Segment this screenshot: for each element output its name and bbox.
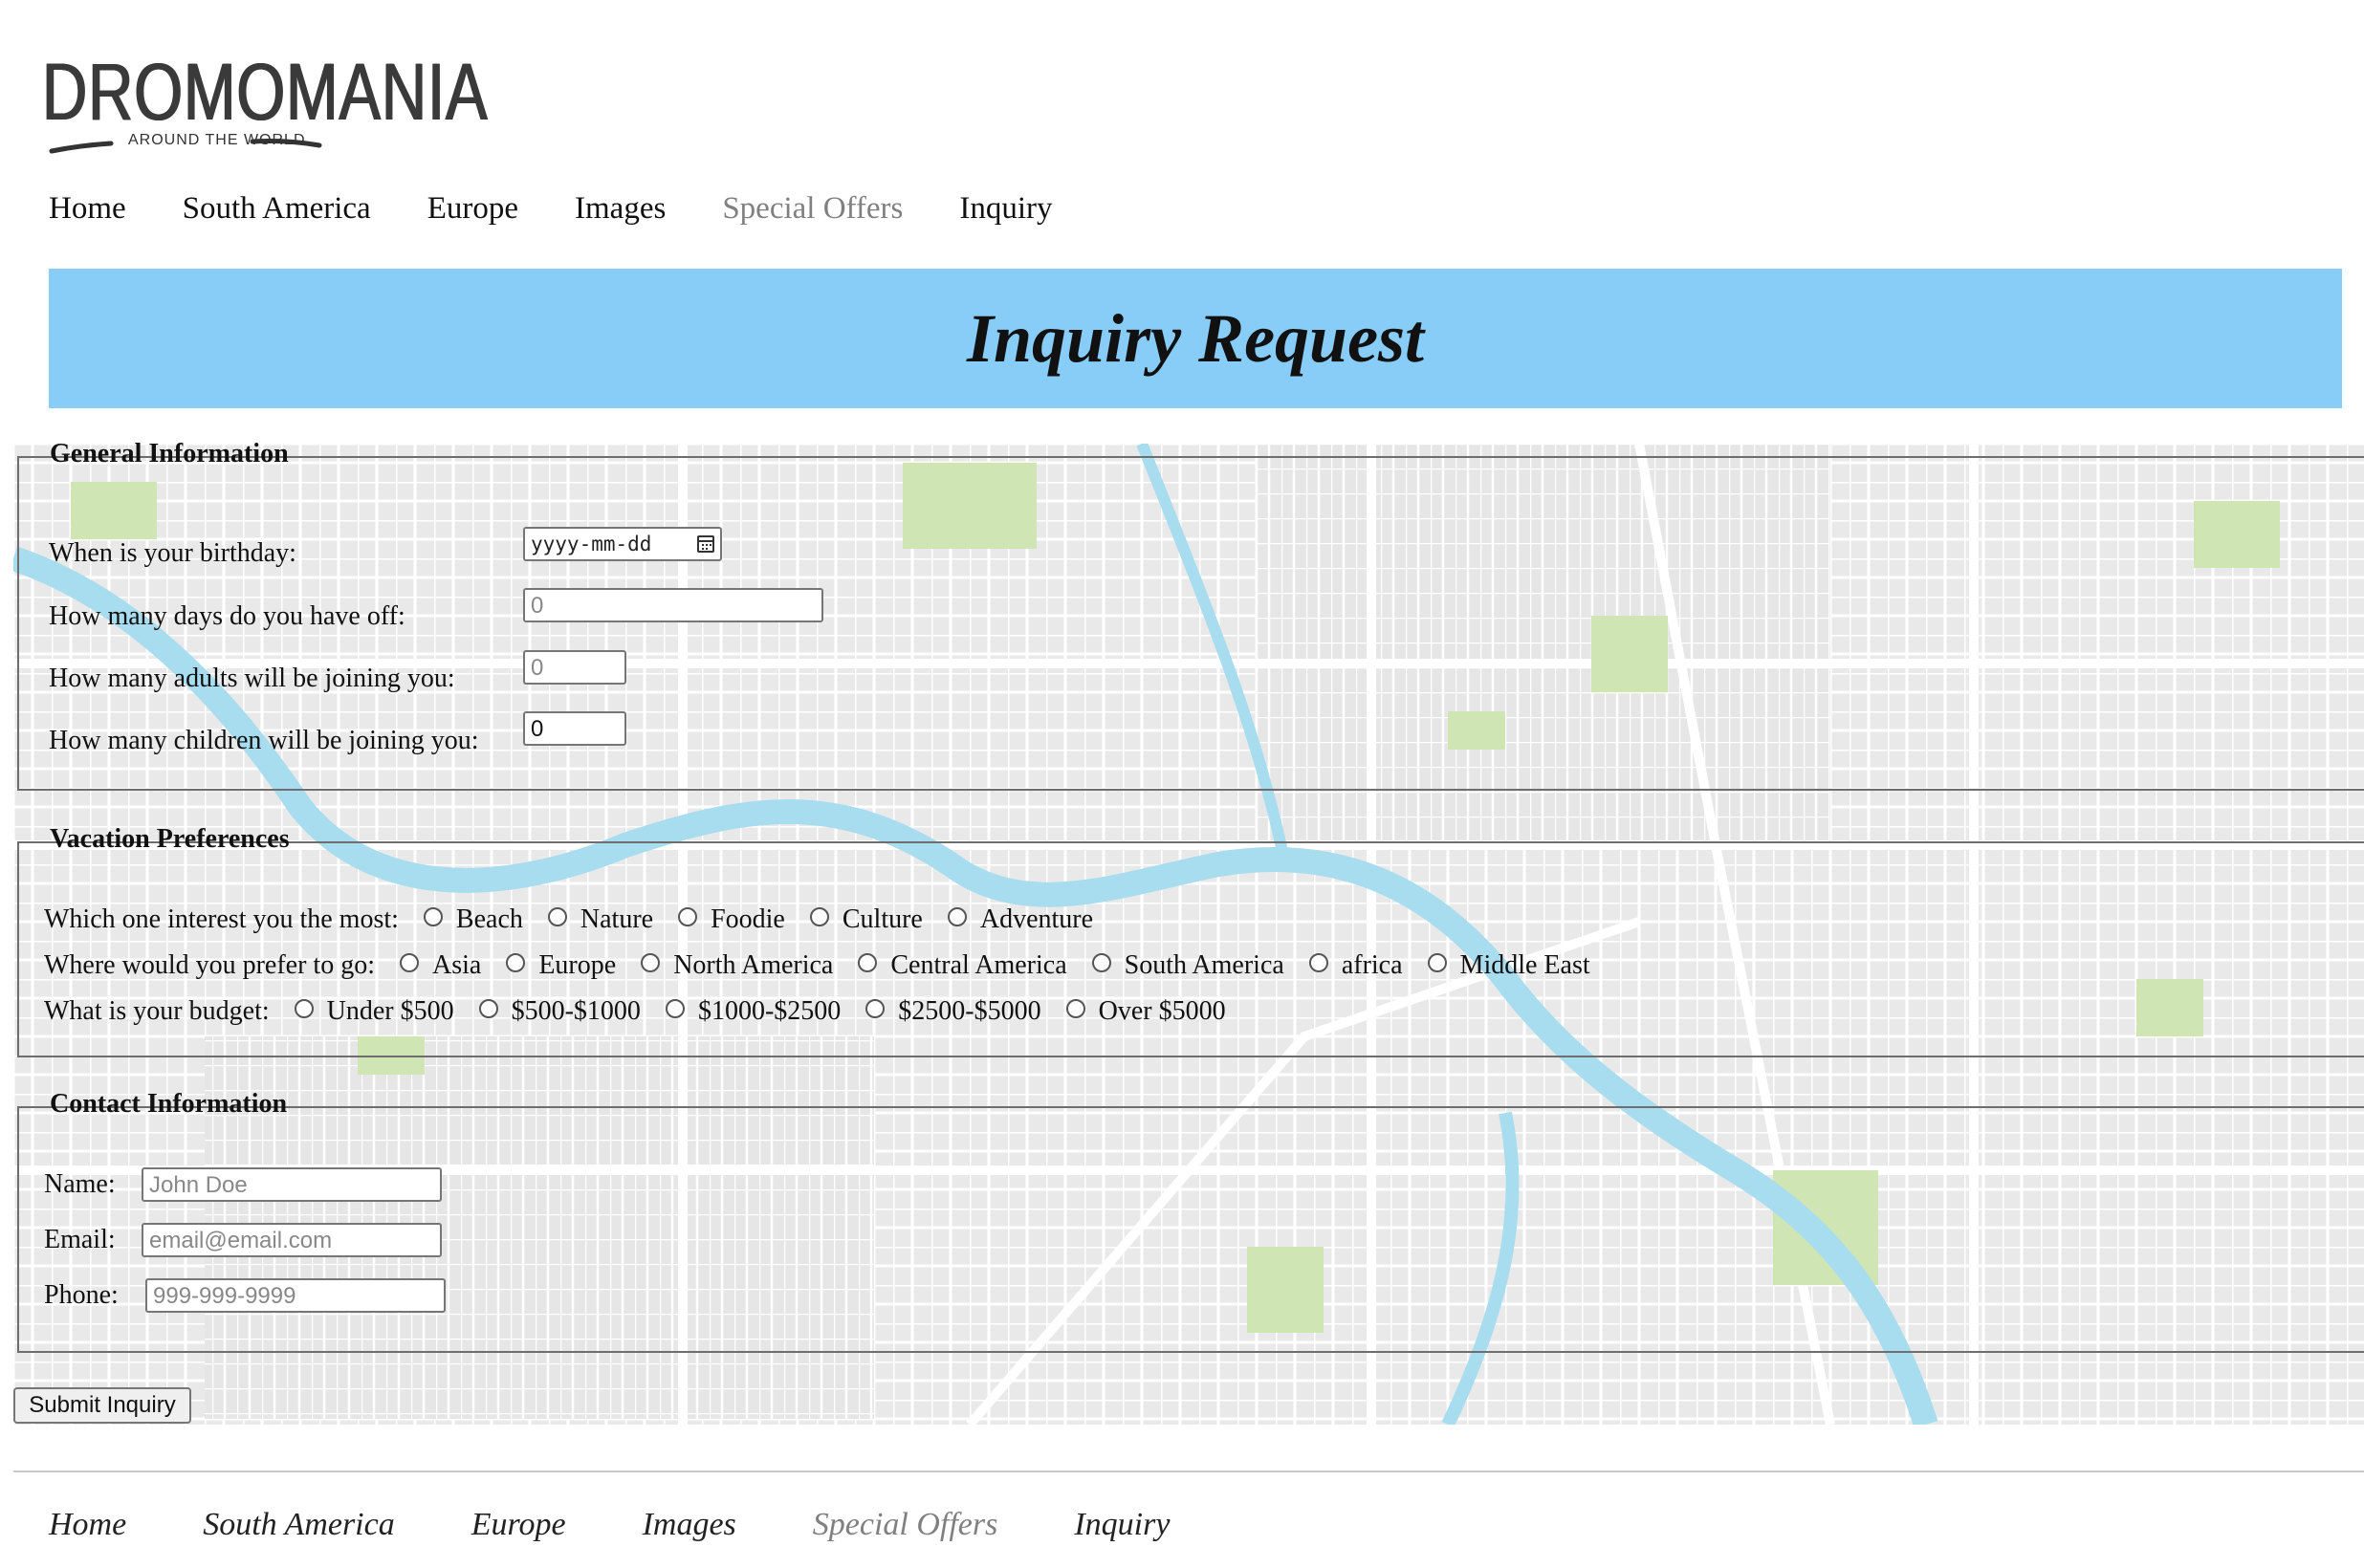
- radio-circle[interactable]: [294, 999, 314, 1018]
- radio-circle[interactable]: [400, 953, 419, 972]
- footer-nav-inquiry[interactable]: Inquiry: [1074, 1507, 1170, 1543]
- nav-special-offers[interactable]: Special Offers: [722, 191, 903, 239]
- divider: [13, 1470, 2364, 1472]
- radio-over-5000[interactable]: Over $5000: [1065, 996, 1226, 1027]
- radio-adventure[interactable]: Adventure: [947, 904, 1093, 935]
- radio-central-america[interactable]: Central America: [858, 950, 1067, 981]
- legend-contact-information: Contact Information: [50, 1089, 288, 1119]
- destination-row: Where would you prefer to go: Asia Europ…: [44, 950, 1615, 981]
- page-title: Inquiry Request: [966, 299, 1425, 377]
- logo-tagline: AROUND THE WORLD: [128, 132, 306, 148]
- name-input[interactable]: John Doe: [142, 1167, 442, 1202]
- radio-circle[interactable]: [547, 907, 567, 926]
- nav-images[interactable]: Images: [575, 191, 666, 239]
- budget-label: What is your budget:: [44, 996, 270, 1026]
- nav-home[interactable]: Home: [49, 191, 126, 239]
- phone-label: Phone:: [44, 1280, 119, 1310]
- radio-north-america[interactable]: North America: [641, 950, 833, 981]
- fieldset-general-information: General Information When is your birthda…: [17, 439, 2364, 791]
- radio-1000-2500[interactable]: $1000-$2500: [665, 996, 841, 1027]
- radio-beach[interactable]: Beach: [423, 904, 523, 935]
- radio-circle[interactable]: [947, 907, 967, 926]
- legend-vacation-preferences: Vacation Preferences: [50, 824, 290, 854]
- radio-2500-5000[interactable]: $2500-$5000: [865, 996, 1041, 1027]
- submit-inquiry-button[interactable]: Submit Inquiry: [13, 1387, 191, 1424]
- radio-circle[interactable]: [1308, 953, 1328, 972]
- name-label: Name:: [44, 1169, 116, 1199]
- site-logo[interactable]: DROMOMANIA AROUND THE WORLD: [42, 52, 488, 159]
- interest-row: Which one interest you the most: Beach N…: [44, 904, 1118, 935]
- footer-nav-special-offers[interactable]: Special Offers: [813, 1507, 998, 1543]
- radio-africa[interactable]: africa: [1308, 950, 1403, 981]
- email-label: Email:: [44, 1225, 116, 1254]
- radio-circle[interactable]: [865, 999, 886, 1018]
- budget-row: What is your budget: Under $500 $500-$10…: [44, 996, 1251, 1027]
- radio-circle[interactable]: [665, 999, 685, 1018]
- footer-nav-south-america[interactable]: South America: [203, 1507, 395, 1543]
- footer-nav-images[interactable]: Images: [643, 1507, 736, 1543]
- legend-general-information: General Information: [50, 439, 289, 468]
- interest-label: Which one interest you the most:: [44, 904, 399, 934]
- birthday-label: When is your birthday:: [49, 538, 296, 568]
- email-input[interactable]: email@email.com: [142, 1223, 442, 1257]
- phone-input[interactable]: 999-999-9999: [145, 1278, 446, 1313]
- radio-circle[interactable]: [641, 953, 661, 972]
- radio-500-1000[interactable]: $500-$1000: [478, 996, 641, 1027]
- radio-under-500[interactable]: Under $500: [294, 996, 454, 1027]
- radio-south-america[interactable]: South America: [1091, 950, 1284, 981]
- days-off-input[interactable]: 0: [523, 588, 823, 622]
- radio-foodie[interactable]: Foodie: [678, 904, 785, 935]
- birthday-placeholder: yyyy-mm-dd: [531, 533, 652, 555]
- radio-middle-east[interactable]: Middle East: [1427, 950, 1590, 981]
- radio-circle[interactable]: [1065, 999, 1085, 1018]
- nav-south-america[interactable]: South America: [183, 191, 371, 239]
- radio-europe[interactable]: Europe: [506, 950, 616, 981]
- radio-circle[interactable]: [506, 953, 526, 972]
- radio-culture[interactable]: Culture: [809, 904, 923, 935]
- radio-circle[interactable]: [809, 907, 829, 926]
- radio-nature[interactable]: Nature: [547, 904, 653, 935]
- nav-inquiry[interactable]: Inquiry: [959, 191, 1052, 239]
- radio-circle[interactable]: [858, 953, 878, 972]
- radio-circle[interactable]: [1091, 953, 1111, 972]
- nav-europe[interactable]: Europe: [427, 191, 518, 239]
- page-banner: Inquiry Request: [49, 269, 2342, 408]
- radio-circle[interactable]: [1427, 953, 1447, 972]
- children-label: How many children will be joining you:: [49, 726, 479, 755]
- radio-circle[interactable]: [423, 907, 443, 926]
- adults-input[interactable]: 0: [523, 650, 626, 685]
- fieldset-vacation-preferences: Vacation Preferences Which one interest …: [17, 824, 2364, 1057]
- fieldset-contact-information: Contact Information Name: John Doe Email…: [17, 1089, 2364, 1353]
- destination-label: Where would you prefer to go:: [44, 950, 375, 980]
- birthday-date-input[interactable]: yyyy-mm-dd: [523, 527, 722, 561]
- calendar-icon[interactable]: [697, 535, 714, 553]
- days-off-label: How many days do you have off:: [49, 601, 405, 631]
- adults-label: How many adults will be joining you:: [49, 664, 455, 693]
- radio-circle[interactable]: [678, 907, 698, 926]
- footer-nav-europe[interactable]: Europe: [471, 1507, 566, 1543]
- children-input[interactable]: 0: [523, 711, 626, 746]
- radio-circle[interactable]: [478, 999, 498, 1018]
- footer-nav: Home South America Europe Images Special…: [49, 1507, 1246, 1543]
- footer-nav-home[interactable]: Home: [49, 1507, 126, 1543]
- logo-wordmark: DROMOMANIA: [42, 47, 489, 137]
- radio-asia[interactable]: Asia: [400, 950, 481, 981]
- top-nav: Home South America Europe Images Special…: [49, 191, 1109, 239]
